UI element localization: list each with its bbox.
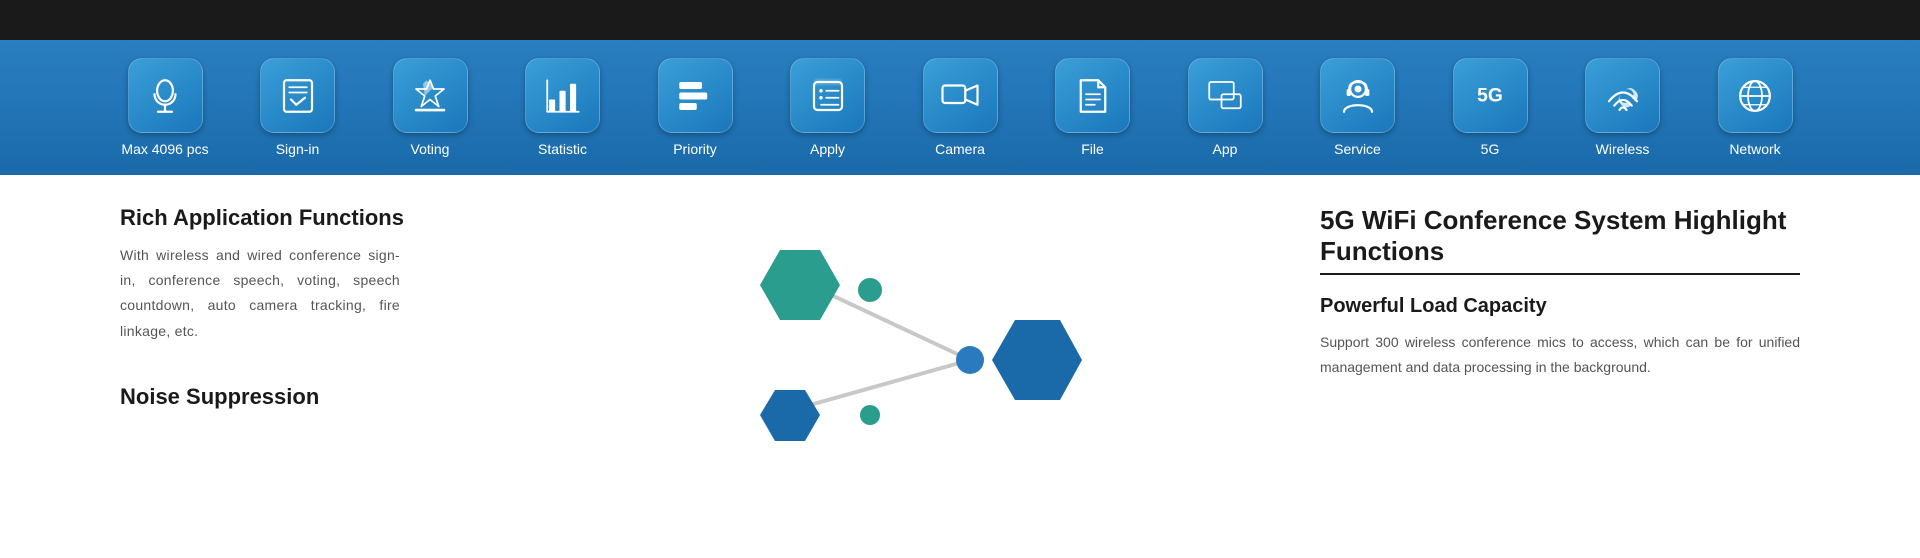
priority-icon	[674, 75, 716, 117]
statistic-icon-box	[525, 58, 600, 133]
app-icon	[1204, 75, 1246, 117]
network-icon-box	[1718, 58, 1793, 133]
statistic-icon	[542, 75, 584, 117]
service-label: Service	[1334, 141, 1381, 157]
wireless-label: Wireless	[1596, 141, 1650, 157]
rich-functions-body: With wireless and wired conference sign-…	[120, 243, 400, 344]
microphone-icon	[144, 75, 186, 117]
toolbar-item-signin[interactable]: Sign-in	[253, 58, 343, 157]
toolbar-item-service[interactable]: Service	[1313, 58, 1403, 157]
apply-icon-box	[790, 58, 865, 133]
max4096-label: Max 4096 pcs	[121, 141, 208, 157]
file-icon-box	[1055, 58, 1130, 133]
network-label: Network	[1729, 141, 1780, 157]
toolbar-item-max4096[interactable]: Max 4096 pcs	[120, 58, 210, 157]
5g-label: 5G	[1481, 141, 1500, 157]
wireless-icon	[1602, 75, 1644, 117]
toolbar-item-priority[interactable]: Priority	[650, 58, 740, 157]
icon-toolbar: Max 4096 pcs Sign-in Voting	[0, 40, 1920, 175]
service-icon-box	[1320, 58, 1395, 133]
toolbar-item-camera[interactable]: Camera	[915, 58, 1005, 157]
camera-label: Camera	[935, 141, 985, 157]
toolbar-item-app[interactable]: App	[1180, 58, 1270, 157]
5g-icon: 5G	[1469, 75, 1511, 117]
toolbar-item-file[interactable]: File	[1048, 58, 1138, 157]
diagram-svg	[720, 205, 1100, 445]
rich-functions-title: Rich Application Functions	[120, 205, 540, 231]
app-label: App	[1213, 141, 1238, 157]
wireless-icon-box	[1585, 58, 1660, 133]
toolbar-item-apply[interactable]: Apply	[783, 58, 873, 157]
voting-icon-box	[393, 58, 468, 133]
apply-label: Apply	[810, 141, 845, 157]
right-content: 5G WiFi Conference System Highlight Func…	[1280, 205, 1800, 445]
toolbar-item-voting[interactable]: Voting	[385, 58, 475, 157]
middle-graphic	[540, 205, 1280, 445]
noise-suppression-title: Noise Suppression	[120, 384, 540, 410]
app-icon-box	[1188, 58, 1263, 133]
camera-icon	[939, 75, 981, 117]
file-icon	[1072, 75, 1114, 117]
signin-label: Sign-in	[276, 141, 320, 157]
svg-text:5G: 5G	[1477, 85, 1503, 106]
statistic-label: Statistic	[538, 141, 587, 157]
priority-label: Priority	[673, 141, 717, 157]
max4096-icon-box	[128, 58, 203, 133]
left-content: Rich Application Functions With wireless…	[120, 205, 540, 445]
5g-icon-box: 5G	[1453, 58, 1528, 133]
apply-icon	[807, 75, 849, 117]
capacity-title: Powerful Load Capacity	[1320, 295, 1800, 318]
capacity-body: Support 300 wireless conference mics to …	[1320, 330, 1800, 380]
signin-icon	[277, 75, 319, 117]
service-icon	[1337, 75, 1379, 117]
signin-icon-box	[260, 58, 335, 133]
top-black-bar	[0, 0, 1920, 40]
voting-label: Voting	[411, 141, 450, 157]
voting-icon	[409, 75, 451, 117]
content-area: Rich Application Functions With wireless…	[0, 175, 1920, 475]
toolbar-item-network[interactable]: Network	[1710, 58, 1800, 157]
toolbar-item-5g[interactable]: 5G 5G	[1445, 58, 1535, 157]
network-icon	[1734, 75, 1776, 117]
toolbar-item-wireless[interactable]: Wireless	[1578, 58, 1668, 157]
priority-icon-box	[658, 58, 733, 133]
highlight-title: 5G WiFi Conference System Highlight Func…	[1320, 205, 1800, 275]
toolbar-item-statistic[interactable]: Statistic	[518, 58, 608, 157]
camera-icon-box	[923, 58, 998, 133]
file-label: File	[1081, 141, 1104, 157]
